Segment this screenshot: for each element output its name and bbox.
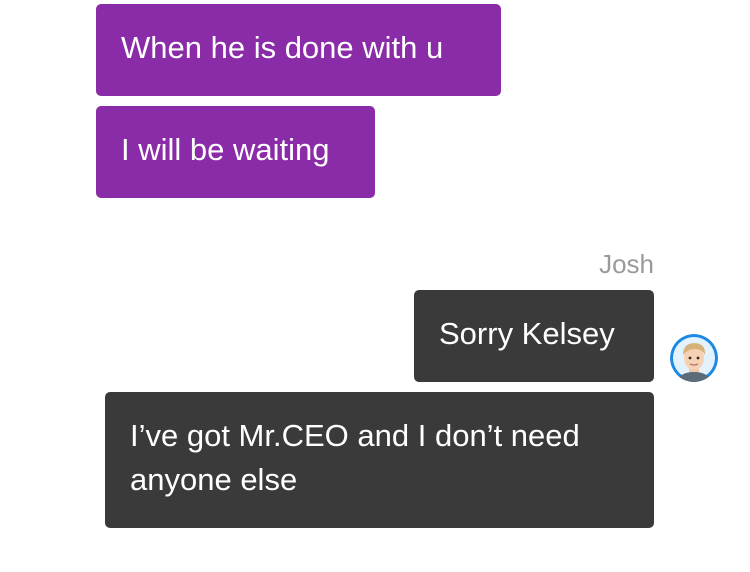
sender-name-label: Josh — [599, 249, 654, 279]
josh-avatar-icon — [670, 334, 718, 382]
message-bubble-outgoing[interactable]: I’ve got Mr.CEO and I don’t need anyone … — [105, 392, 654, 528]
avatar[interactable] — [670, 334, 718, 382]
message-bubble-outgoing[interactable]: Sorry Kelsey — [414, 290, 654, 382]
message-bubble-incoming[interactable]: I will be waiting — [96, 106, 375, 198]
message-bubble-incoming[interactable]: When he is done with u — [96, 4, 501, 96]
